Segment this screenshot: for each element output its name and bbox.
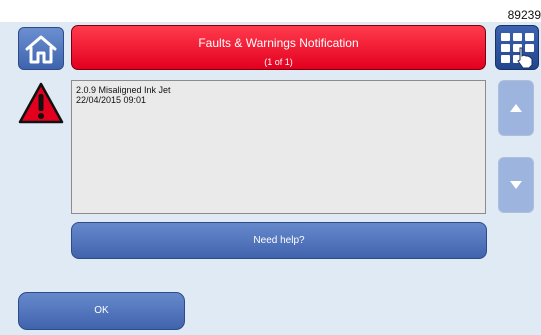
message-box: 2.0.9 Misaligned Ink Jet 22/04/2015 09:0… [71, 80, 486, 214]
need-help-button[interactable]: Need help? [71, 222, 487, 259]
document-number: 89239 [507, 8, 541, 22]
home-button[interactable] [18, 27, 64, 70]
notification-banner: Faults & Warnings Notification (1 of 1) [71, 25, 486, 70]
menu-button[interactable] [495, 25, 539, 70]
warning-triangle-icon [18, 82, 64, 124]
fault-timestamp: 22/04/2015 09:01 [76, 95, 147, 105]
fault-description: 2.0.9 Misaligned Ink Jet [76, 85, 171, 95]
banner-page-count: (1 of 1) [264, 57, 293, 67]
banner-title: Faults & Warnings Notification [198, 36, 359, 50]
ok-button[interactable]: OK [18, 292, 185, 330]
home-icon [25, 35, 57, 63]
grid-menu-hand-icon [501, 33, 534, 69]
scroll-down-button[interactable] [498, 157, 534, 213]
top-strip [0, 0, 541, 22]
arrow-down-icon [510, 181, 522, 189]
scroll-up-button[interactable] [498, 80, 534, 136]
arrow-up-icon [510, 104, 522, 112]
